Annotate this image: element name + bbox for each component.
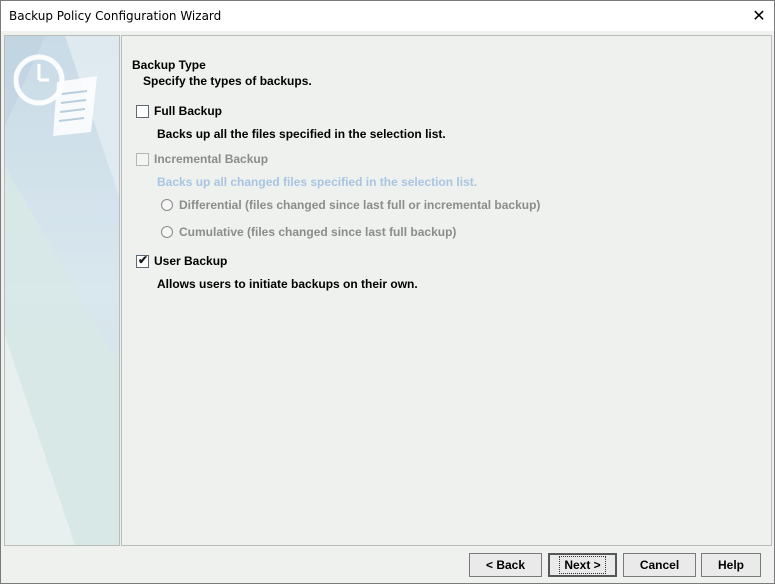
content-panel: Backup Type Specify the types of backups… [121,35,772,546]
section-heading: Backup Type [132,58,206,72]
cumulative-label[interactable]: Cumulative (files changed since last ful… [179,225,456,239]
full-backup-checkbox[interactable] [136,104,149,118]
side-banner-graphic [5,36,119,545]
user-backup-description: Allows users to initiate backups on thei… [157,277,418,291]
next-button[interactable]: Next > [548,553,617,577]
full-backup-description: Backs up all the files specified in the … [157,127,446,141]
differential-label[interactable]: Differential (files changed since last f… [179,198,540,212]
side-banner [4,35,120,546]
incremental-backup-description: Backs up all changed files specified in … [157,175,478,189]
checkmark-icon: ✔ [138,252,149,267]
full-backup-option[interactable]: Full Backup [136,104,222,118]
next-button-label[interactable]: Next > [559,556,606,574]
wizard-window: Backup Policy Configuration Wizard ✕ Bac… [0,0,775,584]
window-title: Backup Policy Configuration Wizard [9,9,222,23]
user-backup-label[interactable]: User Backup [154,254,227,268]
incremental-backup-checkbox[interactable] [136,152,149,166]
cancel-button[interactable]: Cancel [623,553,696,577]
cumulative-option[interactable]: Cumulative (files changed since last ful… [161,225,456,239]
differential-option[interactable]: Differential (files changed since last f… [161,198,540,212]
differential-radio[interactable] [161,199,173,211]
user-backup-checkbox[interactable]: ✔ [136,252,149,268]
help-button[interactable]: Help [701,553,761,577]
section-subheading: Specify the types of backups. [143,74,312,88]
full-backup-label[interactable]: Full Backup [154,104,222,118]
cumulative-radio[interactable] [161,226,173,238]
user-backup-option[interactable]: ✔ User Backup [136,252,227,268]
back-button[interactable]: < Back [469,553,542,577]
incremental-backup-label[interactable]: Incremental Backup [154,152,268,166]
title-bar: Backup Policy Configuration Wizard ✕ [1,1,774,31]
close-icon[interactable]: ✕ [744,1,774,31]
incremental-backup-option[interactable]: Incremental Backup [136,152,268,166]
